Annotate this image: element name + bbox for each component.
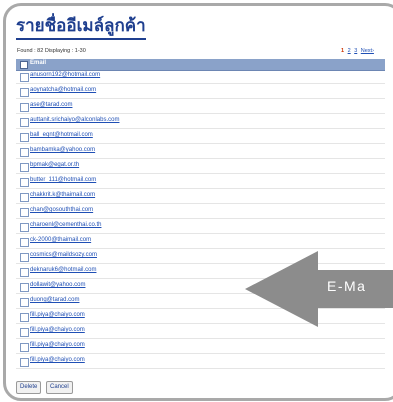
- row-checkbox[interactable]: [20, 328, 29, 337]
- table-row: chakkrit.k@thaimail.com: [16, 192, 385, 204]
- table-row: cosmics@maildsozy.com: [16, 252, 385, 264]
- row-checkbox[interactable]: [20, 343, 29, 352]
- table-row: ball_eqnt@hotmail.com: [16, 132, 385, 144]
- email-link[interactable]: fill.piya@chaiyo.com: [30, 312, 85, 318]
- table-row: aoynatcha@hotmail.com: [16, 87, 385, 99]
- table-header: Email: [16, 59, 385, 71]
- row-checkbox[interactable]: [20, 238, 29, 247]
- table-row: ck-2000@thaimail.com: [16, 237, 385, 249]
- row-checkbox[interactable]: [20, 268, 29, 277]
- table-row: duong@tarad.com: [16, 297, 385, 309]
- email-link[interactable]: fill.piya@chaiyo.com: [30, 342, 85, 348]
- table-row: auttanit.srichaiyo@alconlabs.com: [16, 117, 385, 129]
- row-checkbox[interactable]: [20, 133, 29, 142]
- row-checkbox[interactable]: [20, 178, 29, 187]
- email-link[interactable]: aoynatcha@hotmail.com: [30, 87, 96, 93]
- email-link[interactable]: bpmak@egat.or.th: [30, 162, 79, 168]
- page-link-2[interactable]: 2: [348, 48, 351, 54]
- email-link[interactable]: fill.piya@chaiyo.com: [30, 327, 85, 333]
- email-list-panel: รายชื่ออีเมล์ลูกค้า Found : 82 Displayin…: [3, 3, 393, 401]
- table-row: bpmak@egat.or.th: [16, 162, 385, 174]
- result-count: Found : 82 Displaying : 1-30: [17, 48, 86, 54]
- email-link[interactable]: dollawit@yahoo.com: [30, 282, 85, 288]
- table-row: fill.piya@chaiyo.com: [16, 357, 385, 369]
- email-link[interactable]: deknaruk6@hotmail.com: [30, 267, 96, 273]
- table-row: fill.piya@chaiyo.com: [16, 312, 385, 324]
- arrow-label: E-Ma: [327, 278, 367, 294]
- email-link[interactable]: anusorn192@hotmail.com: [30, 72, 100, 78]
- row-checkbox[interactable]: [20, 313, 29, 322]
- cancel-button[interactable]: Cancel: [46, 381, 73, 394]
- row-checkbox[interactable]: [20, 103, 29, 112]
- row-checkbox[interactable]: [20, 148, 29, 157]
- row-checkbox[interactable]: [20, 163, 29, 172]
- next-page-link[interactable]: Next›: [361, 48, 374, 54]
- table-row: bambamka@yahoo.com: [16, 147, 385, 159]
- email-link[interactable]: ball_eqnt@hotmail.com: [30, 132, 93, 138]
- row-checkbox[interactable]: [20, 193, 29, 202]
- email-link[interactable]: butter_111@hotmail.com: [30, 177, 96, 183]
- email-link[interactable]: duong@tarad.com: [30, 297, 79, 303]
- row-checkbox[interactable]: [20, 283, 29, 292]
- email-link[interactable]: cosmics@maildsozy.com: [30, 252, 97, 258]
- row-checkbox[interactable]: [20, 88, 29, 97]
- email-link[interactable]: fill.piya@chaiyo.com: [30, 357, 85, 363]
- email-link[interactable]: chan@gosouththai.com: [30, 207, 93, 213]
- pagination: 1 2 3 Next›: [341, 48, 374, 54]
- row-checkbox[interactable]: [20, 208, 29, 217]
- row-checkbox[interactable]: [20, 253, 29, 262]
- table-row: chan@gosouththai.com: [16, 207, 385, 219]
- row-checkbox[interactable]: [20, 73, 29, 82]
- email-link[interactable]: ck-2000@thaimail.com: [30, 237, 91, 243]
- page-current: 1: [341, 48, 345, 54]
- row-checkbox[interactable]: [20, 358, 29, 367]
- page-link-3[interactable]: 3: [354, 48, 357, 54]
- table-row: ase@tarad.com: [16, 102, 385, 114]
- delete-button[interactable]: Delete: [16, 381, 42, 394]
- table-row: anusorn192@hotmail.com: [16, 72, 385, 84]
- email-link[interactable]: bambamka@yahoo.com: [30, 147, 95, 153]
- row-checkbox[interactable]: [20, 298, 29, 307]
- email-link[interactable]: ase@tarad.com: [30, 102, 72, 108]
- email-column-header: Email: [30, 60, 47, 66]
- email-link[interactable]: charoenl@cementhai.co.th: [30, 222, 101, 228]
- row-checkbox[interactable]: [20, 223, 29, 232]
- table-row: fill.piya@chaiyo.com: [16, 342, 385, 354]
- table-row: butter_111@hotmail.com: [16, 177, 385, 189]
- table-row: fill.piya@chaiyo.com: [16, 327, 385, 339]
- page-title: รายชื่ออีเมล์ลูกค้า: [16, 15, 146, 40]
- table-row: charoenl@cementhai.co.th: [16, 222, 385, 234]
- email-link[interactable]: chakkrit.k@thaimail.com: [30, 192, 95, 198]
- select-all-checkbox[interactable]: [20, 61, 28, 69]
- email-link[interactable]: auttanit.srichaiyo@alconlabs.com: [30, 117, 119, 123]
- row-checkbox[interactable]: [20, 118, 29, 127]
